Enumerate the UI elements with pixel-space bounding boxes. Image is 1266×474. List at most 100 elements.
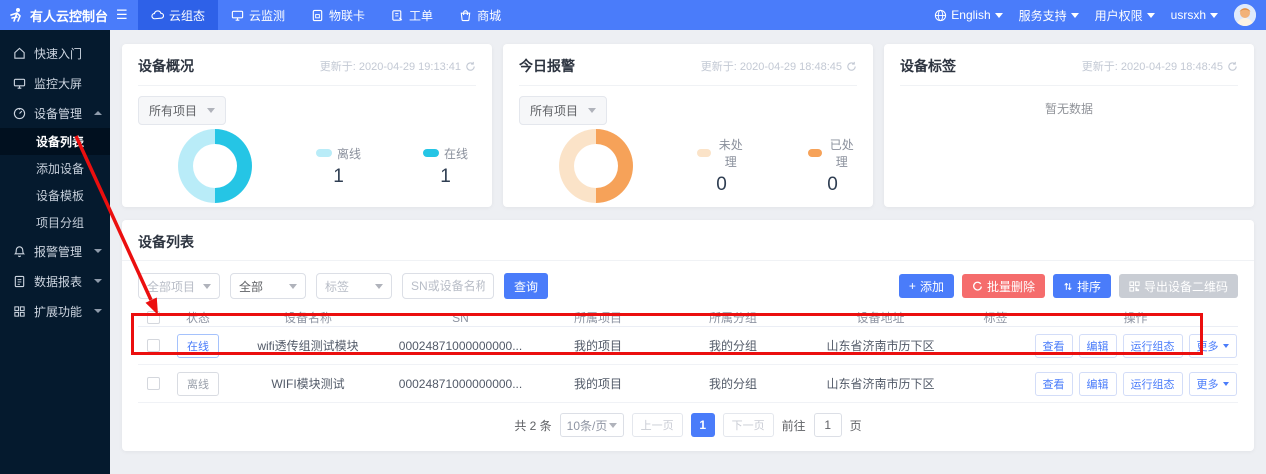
filter-scope-select[interactable]: 全部: [230, 273, 306, 299]
sidebar-subitem-project-group[interactable]: 项目分组: [0, 209, 110, 236]
tab-mall[interactable]: 商城: [446, 0, 514, 30]
work-order-icon: [391, 9, 404, 22]
main-content: 设备概况 更新于: 2020-04-29 19:13:41 所有项目 离线: [110, 30, 1266, 474]
sidebar-item-device-management[interactable]: 设备管理: [0, 98, 110, 128]
legend-label: 在线: [444, 145, 468, 162]
device-sn: 00024871000000000...: [388, 339, 533, 353]
chevron-down-icon: [94, 279, 102, 283]
row-operations: 查看 编辑 运行组态 更多: [1033, 334, 1238, 358]
card-title: 设备概况: [138, 56, 194, 76]
card-device-overview: 设备概况 更新于: 2020-04-29 19:13:41 所有项目 离线: [122, 44, 492, 207]
select-all-checkbox[interactable]: [147, 311, 160, 324]
tab-iot-sim[interactable]: 物联卡: [298, 0, 378, 30]
sidebar-item-label: 数据报表: [34, 273, 82, 290]
edit-button[interactable]: 编辑: [1079, 372, 1117, 396]
sidebar-item-data-report[interactable]: 数据报表: [0, 266, 110, 296]
chevron-down-icon: [1210, 13, 1218, 18]
batch-delete-button[interactable]: 批量删除: [962, 274, 1045, 298]
sidebar-subitem-label: 项目分组: [36, 214, 84, 231]
sidebar-item-quickstart[interactable]: 快速入门: [0, 38, 110, 68]
card-updated: 更新于: 2020-04-29 19:13:41: [320, 58, 476, 74]
device-group: 我的分组: [663, 375, 803, 392]
language-menu[interactable]: English: [934, 8, 1002, 22]
panel-title: 设备列表: [138, 228, 1238, 260]
device-list-panel: 设备列表 全部项目 全部 标签 查询 +添加: [122, 220, 1254, 451]
toolbar-actions: +添加 批量删除 排序 导出设备二维码: [899, 274, 1238, 298]
tab-cloud-scada[interactable]: 云组态: [138, 0, 218, 30]
brand[interactable]: 有人云控制台 ☰: [0, 0, 138, 30]
status-badge: 在线: [177, 334, 219, 358]
goto-page-input[interactable]: [814, 413, 842, 437]
edit-button[interactable]: 编辑: [1079, 334, 1117, 358]
chevron-down-icon: [1147, 13, 1155, 18]
filter-project-select[interactable]: 全部项目: [138, 273, 220, 299]
sidebar-item-big-screen[interactable]: 监控大屏: [0, 68, 110, 98]
query-button[interactable]: 查询: [504, 273, 548, 299]
support-label: 服务支持: [1019, 7, 1067, 24]
row-checkbox[interactable]: [147, 339, 160, 352]
sidebar-subitem-device-list[interactable]: 设备列表: [0, 128, 110, 155]
refresh-icon[interactable]: [846, 61, 857, 72]
support-menu[interactable]: 服务支持: [1019, 7, 1079, 24]
legend-swatch: [808, 149, 822, 157]
refresh-icon[interactable]: [1227, 61, 1238, 72]
export-qr-button[interactable]: 导出设备二维码: [1119, 274, 1238, 298]
legend-processed: 已处理 0: [808, 136, 857, 196]
next-page-button[interactable]: 下一页: [723, 413, 774, 437]
sidebar-subitem-device-template[interactable]: 设备模板: [0, 182, 110, 209]
table-row: 在线 wifi透传组测试模块 00024871000000000... 我的项目…: [138, 327, 1238, 365]
more-button[interactable]: 更多: [1189, 334, 1237, 358]
user-menu[interactable]: usrsxh: [1171, 8, 1218, 22]
row-operations: 查看 编辑 运行组态 更多: [1033, 372, 1238, 396]
run-scada-button[interactable]: 运行组态: [1123, 334, 1183, 358]
search-input[interactable]: [402, 273, 494, 299]
column-header-operations: 操作: [1033, 309, 1238, 326]
card-updated: 更新于: 2020-04-29 18:48:45: [701, 58, 857, 74]
sidebar-subitem-add-device[interactable]: 添加设备: [0, 155, 110, 182]
chevron-down-icon: [207, 108, 215, 113]
sidebar-item-alarm-management[interactable]: 报警管理: [0, 236, 110, 266]
menu-toggle-icon[interactable]: ☰: [116, 7, 128, 23]
legend-label: 离线: [337, 145, 361, 162]
updated-text: 更新于: 2020-04-29 18:48:45: [701, 58, 842, 74]
project-filter-value: 所有项目: [530, 102, 578, 119]
tab-cloud-monitor[interactable]: 云监测: [218, 0, 298, 30]
avatar[interactable]: [1234, 4, 1256, 26]
view-button[interactable]: 查看: [1035, 334, 1073, 358]
permission-menu[interactable]: 用户权限: [1095, 7, 1155, 24]
current-page-button[interactable]: 1: [691, 413, 715, 437]
chevron-down-icon: [995, 13, 1003, 18]
topbar-right: English 服务支持 用户权限 usrsxh: [934, 0, 1266, 30]
alarm-status-chart: 未处理 0 已处理 0: [519, 129, 857, 203]
page-size-select[interactable]: 10条/页: [560, 413, 624, 437]
project-filter-select[interactable]: 所有项目: [519, 96, 607, 125]
column-header-address: 设备地址: [803, 309, 958, 326]
device-status-legend: 离线 1 在线 1: [316, 145, 468, 188]
qr-code-icon: [1129, 281, 1140, 292]
sidebar-subitem-label: 设备模板: [36, 187, 84, 204]
sidebar-item-extensions[interactable]: 扩展功能: [0, 296, 110, 326]
refresh-icon[interactable]: [465, 61, 476, 72]
row-checkbox[interactable]: [147, 377, 160, 390]
more-button[interactable]: 更多: [1189, 372, 1237, 396]
monitor-icon: [231, 9, 244, 22]
tab-label: 物联卡: [329, 7, 365, 24]
run-scada-button[interactable]: 运行组态: [1123, 372, 1183, 396]
chevron-down-icon: [289, 284, 297, 289]
filter-scope-value: 全部: [239, 278, 263, 295]
chevron-down-icon: [94, 309, 102, 313]
card-device-tags: 设备标签 更新于: 2020-04-29 18:48:45 暂无数据: [884, 44, 1254, 207]
tab-work-order[interactable]: 工单: [378, 0, 446, 30]
sort-button[interactable]: 排序: [1053, 274, 1111, 298]
sidebar-item-label: 快速入门: [34, 45, 82, 62]
view-button[interactable]: 查看: [1035, 372, 1073, 396]
legend-swatch: [423, 149, 439, 157]
prev-page-button[interactable]: 上一页: [632, 413, 683, 437]
tab-label: 云监测: [249, 7, 285, 24]
legend-value: 0: [808, 174, 857, 196]
permission-label: 用户权限: [1095, 7, 1143, 24]
chevron-down-icon: [203, 284, 211, 289]
project-filter-select[interactable]: 所有项目: [138, 96, 226, 125]
filter-tag-select[interactable]: 标签: [316, 273, 392, 299]
add-button[interactable]: +添加: [899, 274, 954, 298]
